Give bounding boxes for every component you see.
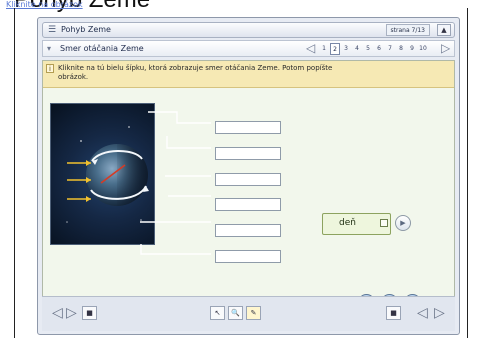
lesson-window: ☰ Pohyb Zeme strana 7/13 ▲ ▾ Smer otáčan…	[37, 17, 460, 335]
collapse-section-icon[interactable]: ▾	[47, 44, 51, 53]
page-1[interactable]: 1	[319, 43, 329, 55]
star-3	[140, 219, 142, 221]
day-label: deň	[339, 218, 356, 228]
page-4[interactable]: 4	[352, 43, 362, 55]
lesson-content: i Kliknite na tú bielu šípku, ktorá zobr…	[42, 60, 455, 297]
day-select[interactable]: deň	[322, 213, 391, 235]
page-9[interactable]: 9	[407, 43, 417, 55]
info-icon: i	[46, 64, 54, 73]
footer-right-next-button[interactable]: ▷	[434, 306, 445, 321]
day-select-handle[interactable]	[380, 219, 388, 227]
page-rule-left	[14, 8, 15, 338]
answer-field-5[interactable]	[215, 224, 281, 237]
answer-field-3[interactable]	[215, 173, 281, 186]
footer-next-button[interactable]: ▷	[66, 306, 77, 321]
zoom-tool-button[interactable]: 🔍	[228, 306, 243, 320]
page-indicator: strana 7/13	[385, 24, 430, 36]
instruction-text: Kliknite na tú bielu šípku, ktorá zobraz…	[58, 64, 333, 81]
instruction-banner: i Kliknite na tú bielu šípku, ktorá zobr…	[43, 61, 454, 88]
answer-field-1[interactable]	[215, 121, 281, 134]
page-7[interactable]: 7	[385, 43, 395, 55]
page-5[interactable]: 5	[363, 43, 373, 55]
background-link[interactable]: Kliknite na obrázok	[6, 0, 83, 9]
section-title: Smer otáčania Zeme	[60, 44, 144, 53]
pointer-tool-button[interactable]: ↖	[210, 306, 225, 320]
page-8[interactable]: 8	[396, 43, 406, 55]
highlighter-tool-button[interactable]: ✎	[246, 306, 261, 320]
answer-field-6[interactable]	[215, 250, 281, 263]
footer-toolbar: ◁ ▷ ■ ↖ 🔍 ✎ ■ ◁ ▷	[42, 296, 455, 331]
previous-page-button[interactable]: ◁	[306, 42, 315, 55]
page-rule-right	[467, 8, 468, 338]
page-3[interactable]: 3	[341, 43, 351, 55]
menu-icon[interactable]: ☰	[48, 25, 56, 35]
answer-field-4[interactable]	[215, 198, 281, 211]
page-6[interactable]: 6	[374, 43, 384, 55]
footer-menu-button[interactable]: ■	[386, 306, 401, 320]
earth-diagram-svg	[66, 126, 149, 223]
answer-field-2[interactable]	[215, 147, 281, 160]
earth-diagram	[50, 103, 155, 245]
footer-home-button[interactable]: ■	[82, 306, 97, 320]
page-10[interactable]: 10	[418, 43, 428, 55]
collapse-button[interactable]: ▲	[437, 24, 451, 36]
star-1	[80, 140, 82, 142]
section-header: ▾ Smer otáčania Zeme ◁ 1 2 3 4 5 6 7 8 9…	[42, 40, 455, 57]
footer-right-prev-button[interactable]: ◁	[417, 306, 428, 321]
page-2[interactable]: 2	[330, 43, 340, 55]
sunlight-arrowhead-3	[86, 196, 91, 202]
lesson-screen: { "window": { "title": "Pohyb Zeme", "pa…	[0, 0, 483, 338]
titlebar: ☰ Pohyb Zeme strana 7/13 ▲	[42, 22, 455, 38]
window-title: Pohyb Zeme	[61, 25, 111, 34]
page-list: 1 2 3 4 5 6 7 8 9 10	[319, 43, 428, 55]
footer-prev-button[interactable]: ◁	[52, 306, 63, 321]
star-4	[66, 221, 68, 223]
play-button[interactable]: ▶	[395, 215, 411, 231]
next-page-button[interactable]: ▷	[441, 42, 450, 55]
star-2	[128, 126, 130, 128]
